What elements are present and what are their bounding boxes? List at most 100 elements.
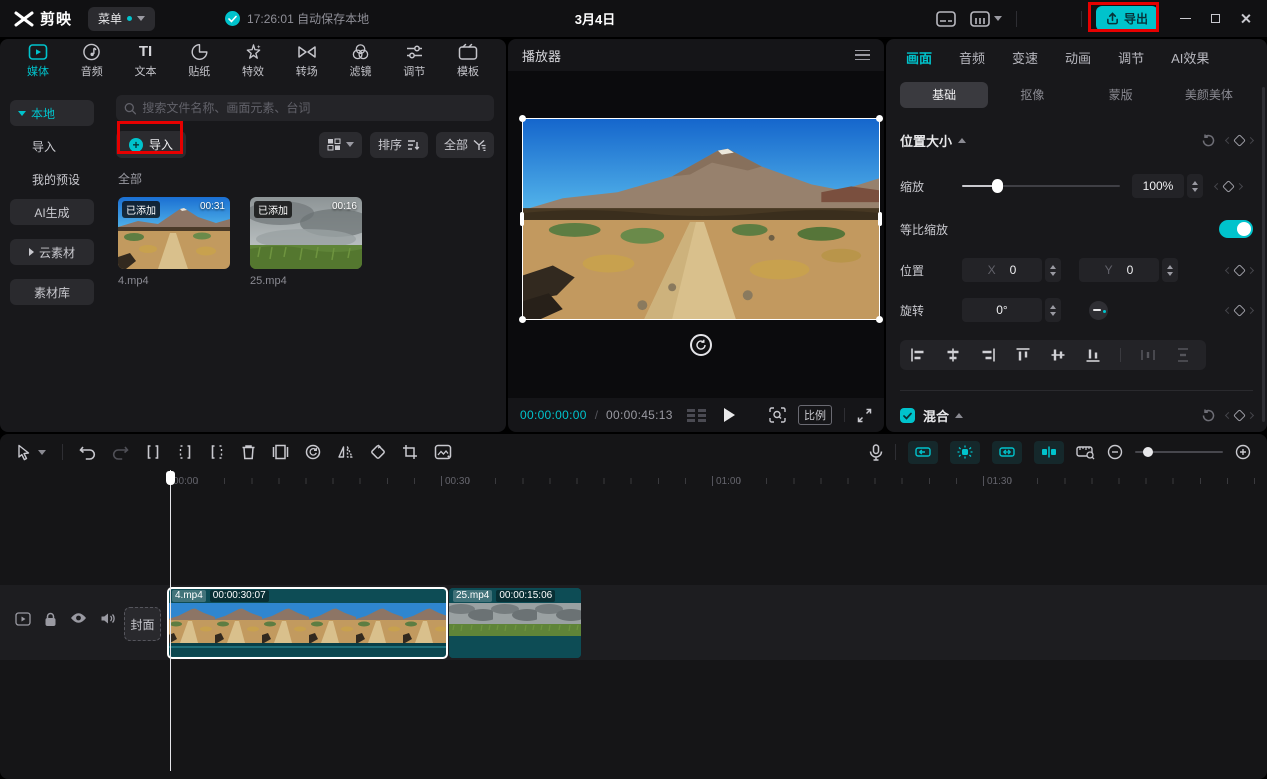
rotate-clip-icon[interactable] [370, 444, 386, 460]
reset-icon[interactable] [1201, 408, 1216, 423]
delete-left-icon[interactable] [177, 444, 193, 460]
align-top-icon[interactable] [1015, 347, 1031, 363]
align-middle-v-icon[interactable] [1050, 347, 1066, 363]
lock-icon[interactable] [44, 612, 57, 627]
record-voiceover-icon[interactable] [869, 444, 883, 461]
sidebar-item-library[interactable]: 素材库 [10, 279, 94, 305]
timeline-clip-25mp4[interactable]: 25.mp4 00:00:15:06 [449, 588, 581, 658]
rotate-handle[interactable] [690, 334, 712, 356]
scrollbar[interactable] [1262, 87, 1265, 422]
auto-snap-toggle[interactable] [908, 441, 938, 464]
sidebar-item-ai-generate[interactable]: AI生成 [10, 199, 94, 225]
slider-knob[interactable] [992, 179, 1003, 193]
tab-transitions[interactable]: 转场 [285, 43, 329, 79]
layout-switch-icon[interactable] [970, 11, 1002, 27]
resize-handle-left[interactable] [520, 212, 524, 226]
collapse-icon[interactable] [958, 138, 966, 143]
keyframe-control[interactable] [1226, 411, 1253, 420]
timeline-zoom-slider[interactable] [1135, 446, 1223, 458]
adapt-timeline-icon[interactable] [1076, 445, 1095, 460]
tab-text[interactable]: TI 文本 [124, 43, 168, 79]
keyframe-diamond-icon[interactable] [1233, 264, 1246, 277]
slider-knob[interactable] [1143, 447, 1153, 457]
scale-stepper[interactable] [1187, 174, 1203, 198]
select-tool-icon[interactable] [16, 444, 46, 461]
filter-button[interactable]: 全部 [436, 132, 494, 158]
resize-handle-bottomleft[interactable] [519, 316, 526, 323]
keyframe-diamond-icon[interactable] [1233, 304, 1246, 317]
tab-speed[interactable]: 变速 [1012, 48, 1038, 67]
resize-handle-topleft[interactable] [519, 115, 526, 122]
keyframe-diamond-icon[interactable] [1233, 409, 1246, 422]
zoom-in-icon[interactable] [1235, 444, 1251, 460]
rotate-dial[interactable] [1089, 301, 1108, 320]
undo-icon[interactable] [79, 445, 96, 460]
media-item-25mp4[interactable]: 已添加 00:16 25.mp4 [250, 197, 362, 287]
video-preview[interactable] [522, 118, 880, 320]
sidebar-item-local[interactable]: 本地 [10, 100, 94, 126]
timeline-ruler[interactable]: 00:00 00:30 01:00 01:30 [0, 470, 1267, 492]
tab-filters[interactable]: 滤镜 [339, 43, 383, 79]
frame-view-icon[interactable] [687, 409, 706, 422]
subtitle-panel-icon[interactable] [936, 11, 956, 27]
keyframe-diamond-icon[interactable] [1233, 134, 1246, 147]
media-item-4mp4[interactable]: 已添加 00:31 4.mp4 [118, 197, 230, 287]
distribute-h-icon[interactable] [1140, 347, 1156, 363]
keyframe-control[interactable] [1215, 182, 1242, 191]
view-mode-button[interactable] [319, 132, 362, 158]
sidebar-item-import[interactable]: 导入 [10, 133, 94, 159]
keyframe-control[interactable] [1226, 266, 1253, 275]
tab-media[interactable]: 媒体 [16, 43, 60, 79]
tab-adjust-props[interactable]: 调节 [1118, 48, 1144, 67]
keyframe-diamond-icon[interactable] [1222, 180, 1235, 193]
playhead-handle[interactable] [166, 471, 175, 485]
tab-effects[interactable]: 特效 [231, 43, 275, 79]
tab-adjust[interactable]: 调节 [392, 43, 436, 79]
redo-icon[interactable] [112, 445, 129, 460]
delete-right-icon[interactable] [209, 444, 225, 460]
media-thumbnail[interactable]: 已添加 00:16 [250, 197, 362, 269]
chevron-down-icon[interactable] [38, 450, 46, 455]
align-center-h-icon[interactable] [945, 347, 961, 363]
uniform-scale-toggle[interactable] [1219, 220, 1253, 238]
track-type-icon[interactable] [15, 612, 31, 626]
rotate-stepper[interactable] [1045, 298, 1061, 322]
timeline-clip-4mp4[interactable]: 4.mp4 00:00:30:07 [168, 588, 447, 658]
collapse-icon[interactable] [955, 413, 963, 418]
rotate-field[interactable]: 0° [962, 298, 1042, 322]
scale-slider[interactable] [962, 179, 1120, 193]
reverse-icon[interactable] [305, 444, 321, 460]
scale-value[interactable]: 100% [1132, 174, 1184, 198]
sidebar-item-cloud[interactable]: 云素材 [10, 239, 94, 265]
align-right-icon[interactable] [980, 347, 996, 363]
tab-ai-effects[interactable]: AI效果 [1171, 48, 1209, 67]
tab-audio-props[interactable]: 音频 [959, 48, 985, 67]
tab-audio[interactable]: 音频 [70, 43, 114, 79]
play-button[interactable] [724, 408, 735, 422]
main-track-magnet-toggle[interactable] [1034, 441, 1064, 464]
subtab-mask[interactable]: 蒙版 [1077, 82, 1165, 108]
blend-checkbox[interactable] [900, 408, 915, 423]
player-canvas[interactable] [508, 71, 884, 398]
preview-axis-toggle[interactable] [992, 441, 1022, 464]
keyframe-control[interactable] [1226, 306, 1253, 315]
resize-handle-bottomright[interactable] [876, 316, 883, 323]
resize-handle-right[interactable] [878, 212, 882, 226]
align-bottom-icon[interactable] [1085, 347, 1101, 363]
preview-quality-icon[interactable] [769, 407, 786, 423]
minimize-button[interactable] [1180, 18, 1191, 20]
cover-button[interactable]: 封面 [124, 607, 161, 641]
mute-icon[interactable] [100, 612, 115, 625]
sort-button[interactable]: 排序 [370, 132, 428, 158]
distribute-v-icon[interactable] [1175, 347, 1191, 363]
split-icon[interactable] [145, 444, 161, 460]
mirror-icon[interactable] [337, 444, 354, 460]
visibility-icon[interactable] [70, 612, 87, 624]
tab-picture[interactable]: 画面 [906, 48, 932, 67]
position-y-field[interactable]: Y 0 [1079, 258, 1159, 282]
linkage-toggle[interactable] [950, 441, 980, 464]
search-input[interactable] [142, 101, 486, 115]
position-x-stepper[interactable] [1045, 258, 1061, 282]
player-menu-icon[interactable] [855, 50, 870, 61]
smart-tool-icon[interactable] [434, 444, 452, 460]
